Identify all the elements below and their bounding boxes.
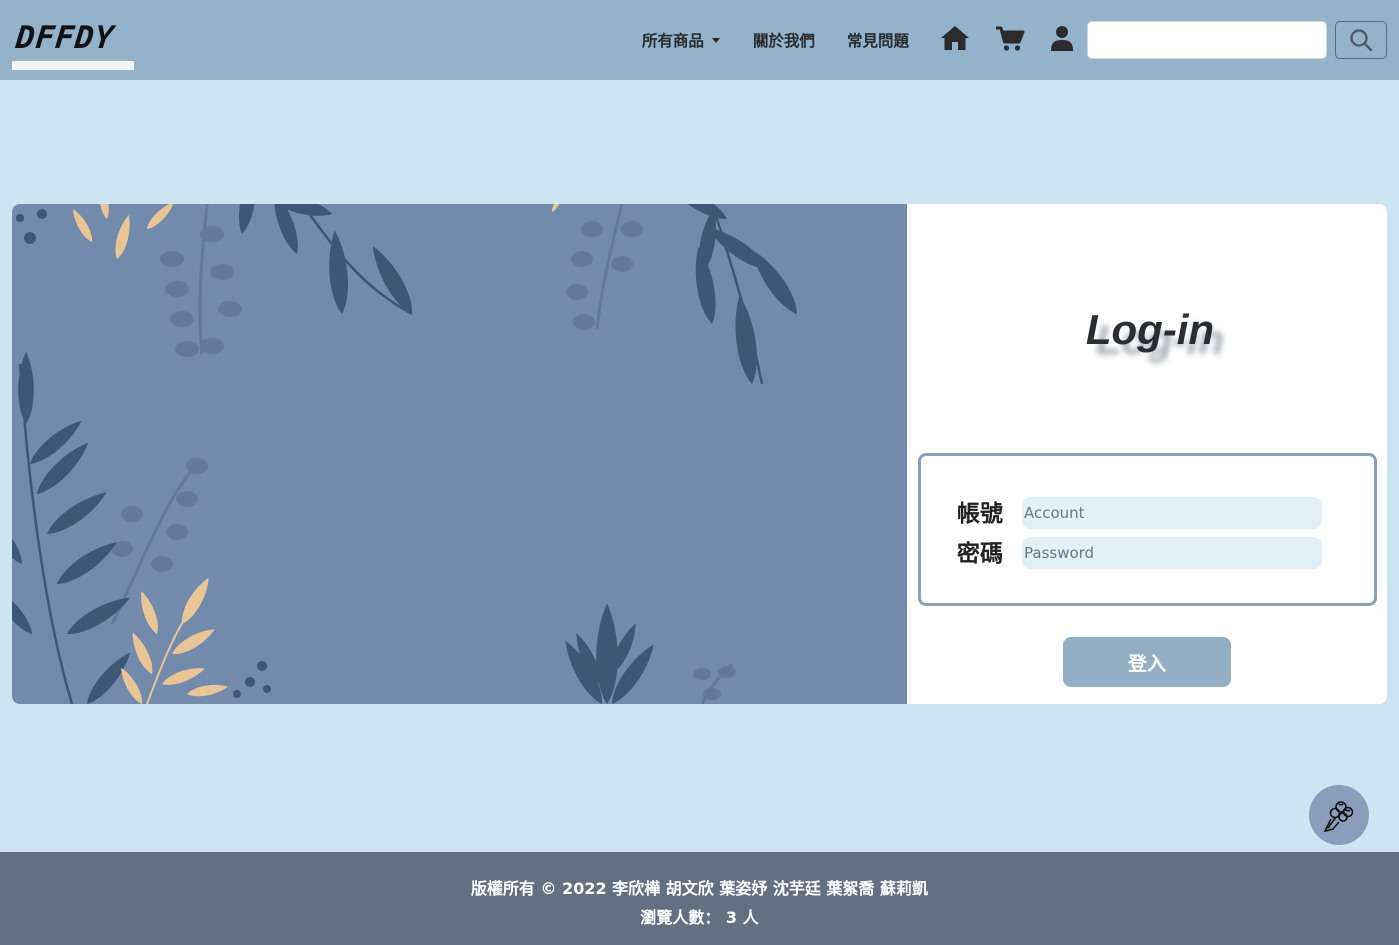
home-icon[interactable] — [940, 24, 970, 56]
bouquet-icon — [1323, 801, 1354, 833]
hero-banner-image — [12, 204, 907, 704]
footer-copyright: 版權所有 © 2022 李欣樺 胡文欣 葉姿妤 沈芋廷 葉絮喬 蘇莉凱 — [470, 879, 929, 898]
cart-icon[interactable] — [995, 26, 1025, 56]
footer-visitor-count: 瀏覽人數： 3 人 — [640, 908, 759, 927]
brand-logo[interactable]: DFFDY — [12, 18, 134, 70]
logo-underline — [12, 61, 134, 70]
password-field[interactable] — [1022, 537, 1322, 569]
login-button[interactable]: 登入 — [1063, 637, 1231, 687]
brand-logo-text: DFFDY — [14, 20, 117, 56]
login-card: Log-in 帳號 密碼 登入 — [907, 204, 1387, 704]
user-icon[interactable] — [1050, 25, 1074, 56]
account-label: 帳號 — [957, 501, 1003, 527]
login-form: 帳號 密碼 — [918, 453, 1377, 606]
footer: 版權所有 © 2022 李欣樺 胡文欣 葉姿妤 沈芋廷 葉絮喬 蘇莉凱 瀏覽人數… — [0, 852, 1399, 945]
search-icon — [1350, 29, 1373, 52]
login-title: Log-in — [1085, 306, 1215, 353]
nav-all-products[interactable]: 所有商品 — [642, 29, 721, 51]
account-field[interactable] — [1022, 497, 1322, 529]
password-label: 密碼 — [957, 541, 1003, 567]
navbar: DFFDY 所有商品 關於我們 常見問題 — [0, 0, 1399, 80]
leaf-decoration-illustration — [12, 204, 804, 704]
nav-all-products-label: 所有商品 — [642, 32, 705, 50]
nav-faq[interactable]: 常見問題 — [847, 29, 909, 51]
search-button[interactable] — [1335, 21, 1387, 59]
floating-bouquet-button[interactable] — [1309, 785, 1369, 845]
nav-about-us[interactable]: 關於我們 — [753, 29, 815, 51]
search-input[interactable] — [1087, 21, 1327, 59]
chevron-down-icon — [712, 38, 721, 43]
